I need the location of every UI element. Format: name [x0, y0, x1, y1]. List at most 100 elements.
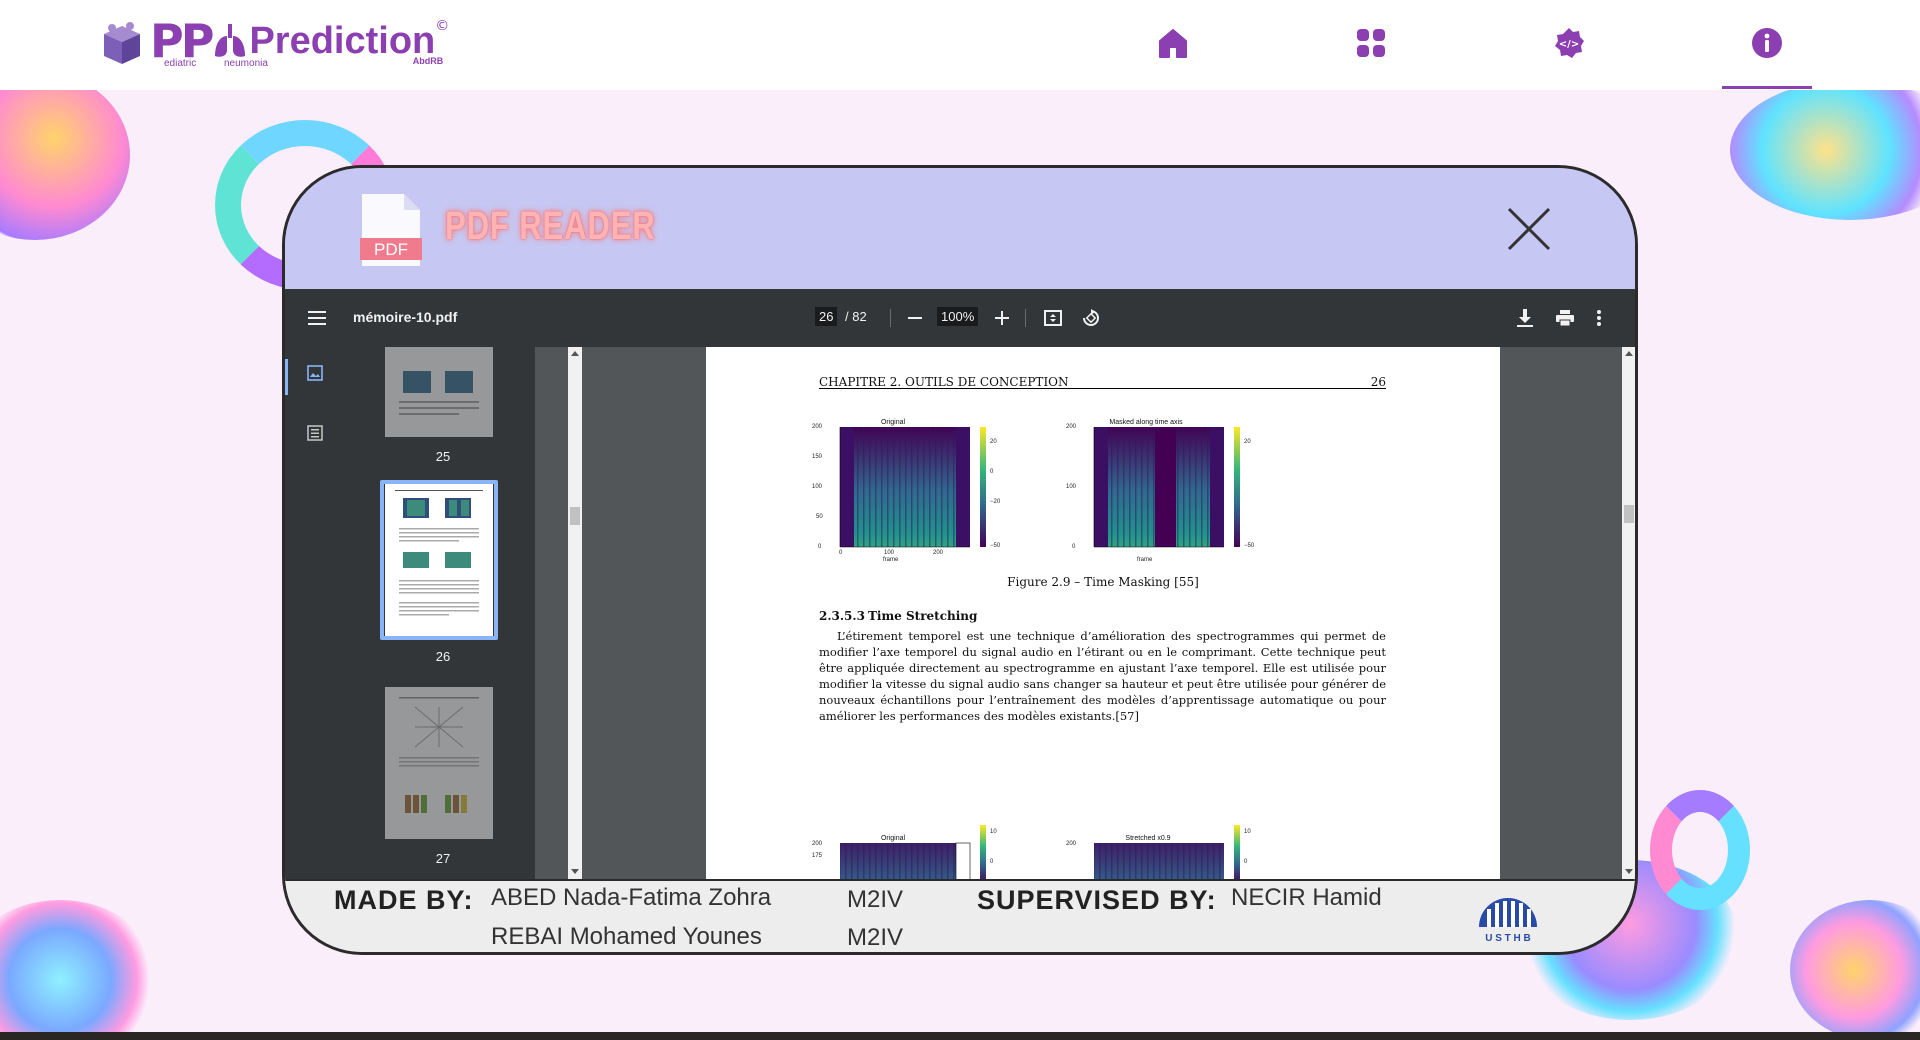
- y-tick: 175: [812, 853, 823, 859]
- app-logo[interactable]: PP Prediction © ediatric neumonia AbdRB: [100, 18, 449, 72]
- cbar-tick: −20: [990, 499, 1001, 505]
- nav-home-button[interactable]: [1156, 26, 1190, 60]
- modal-title: PDF READER: [445, 204, 656, 248]
- decor-blob-right: [1650, 790, 1750, 910]
- author-1-level: M2IV: [847, 886, 904, 913]
- pdf-file-icon: PDF: [360, 192, 422, 268]
- thumbnail-page-25[interactable]: [385, 347, 493, 437]
- more-vert-icon: [1597, 310, 1601, 326]
- menu-button[interactable]: [305, 306, 329, 330]
- nav-code-button[interactable]: </>: [1552, 26, 1586, 60]
- sidebar-rail: [285, 347, 351, 879]
- y-tick: 50: [816, 514, 823, 520]
- document-scrollbar[interactable]: [1622, 347, 1635, 879]
- file-name: mémoire-10.pdf: [353, 309, 458, 325]
- rotate-button[interactable]: [1079, 306, 1103, 330]
- zoom-in-button[interactable]: [990, 306, 1014, 330]
- zoom-out-button[interactable]: [903, 306, 927, 330]
- code-gear-icon: </>: [1555, 28, 1584, 58]
- info-icon: [1752, 28, 1782, 58]
- thumbnail-page-27[interactable]: [385, 687, 493, 839]
- made-by-label: MADE BY:: [334, 885, 474, 915]
- cbar-tick: 20: [990, 439, 997, 445]
- page-header-chapter: CHAPITRE 2. OUTILS DE CONCEPTION: [819, 375, 1069, 389]
- scroll-down-arrow-icon[interactable]: [1625, 869, 1633, 874]
- logo-word: Prediction: [249, 20, 436, 62]
- y-tick: 200: [812, 841, 823, 847]
- pdf-viewer: mémoire-10.pdf 26 / 82 100% 25 26 27 CHA…: [285, 289, 1635, 879]
- figure-caption: Figure 2.9 – Time Masking [55]: [1007, 575, 1199, 589]
- y-tick: 0: [818, 544, 822, 550]
- thumbnail-scrollbar[interactable]: [568, 347, 582, 879]
- lung-icon: [213, 24, 247, 60]
- plus-icon: [995, 311, 1009, 325]
- credits-footer: MADE BY: ABED Nada-Fatima Zohra REBAI Mo…: [285, 879, 1635, 952]
- x-tick: 200: [933, 550, 944, 556]
- cbar-tick: −50: [1244, 543, 1255, 549]
- author-1: ABED Nada-Fatima Zohra: [491, 884, 772, 911]
- zoom-input[interactable]: 100%: [937, 307, 979, 326]
- nav-active-indicator: [1722, 86, 1812, 89]
- thumbnail-page-26[interactable]: [385, 484, 493, 636]
- cbar-tick: 0: [990, 469, 994, 475]
- thumbnail-panel: 25 26 27: [351, 347, 535, 879]
- decor-blob-bottom-left: [0, 900, 160, 1040]
- minus-icon: [908, 317, 922, 319]
- toolbar-divider: [890, 309, 891, 327]
- cbar-tick: 0: [990, 859, 994, 865]
- scroll-up-arrow-icon[interactable]: [1625, 351, 1633, 356]
- figure-right-title: Masked along time axis: [1109, 419, 1183, 426]
- pdf-page: CHAPITRE 2. OUTILS DE CONCEPTION 26 Orig…: [706, 347, 1500, 879]
- close-icon: [1507, 207, 1551, 251]
- scroll-up-arrow-icon[interactable]: [571, 351, 579, 356]
- y-tick: 100: [812, 484, 823, 490]
- supervised-by-label: SUPERVISED BY:: [977, 885, 1217, 915]
- thumbnail-label: 27: [435, 851, 451, 866]
- x-axis-label: frame: [883, 557, 899, 563]
- university-logo: U S T H B: [1475, 887, 1541, 949]
- pdf-reader-modal: PDF PDF READER mémoire-10.pdf 26 / 82 10…: [282, 165, 1638, 955]
- outline-tab[interactable]: [307, 425, 327, 445]
- home-icon: [1159, 29, 1187, 58]
- modal-header: PDF PDF READER: [285, 168, 1635, 289]
- bottom-edge-bar: [0, 1032, 1920, 1040]
- page-number-input[interactable]: 26: [815, 307, 838, 326]
- cbar-tick: 10: [1244, 829, 1251, 835]
- outline-icon: [307, 425, 323, 441]
- page-header-number: 26: [1370, 375, 1386, 389]
- fit-page-button[interactable]: [1041, 306, 1065, 330]
- rail-active-indicator: [285, 359, 288, 395]
- cbar-tick: 0: [1244, 859, 1248, 865]
- decor-blob-top-left: [0, 70, 130, 240]
- y-tick: 100: [1066, 484, 1077, 490]
- download-icon: [1517, 309, 1533, 327]
- cbar-tick: 20: [1244, 439, 1251, 445]
- cbar-tick: −50: [990, 543, 1001, 549]
- section-paragraph: L’étirement temporel est une technique d…: [819, 629, 1386, 723]
- more-options-button[interactable]: [1587, 306, 1611, 330]
- pdf-badge-text: PDF: [374, 240, 408, 259]
- scrollbar-thumb[interactable]: [1624, 505, 1634, 523]
- scroll-down-arrow-icon[interactable]: [571, 869, 579, 874]
- nav-grid-button[interactable]: [1354, 26, 1388, 60]
- scrollbar-thumb[interactable]: [570, 507, 580, 525]
- logo-author-mark: AbdRB: [412, 56, 444, 66]
- print-button[interactable]: [1553, 306, 1577, 330]
- fit-page-icon: [1044, 310, 1062, 326]
- toolbar-divider: [1025, 309, 1026, 327]
- close-button[interactable]: [1505, 205, 1553, 253]
- nav-info-button[interactable]: [1750, 26, 1784, 60]
- y-tick: 200: [1066, 841, 1077, 847]
- thumbnails-tab[interactable]: [307, 365, 327, 385]
- hamburger-icon: [308, 311, 326, 325]
- logo-sub-left: ediatric: [164, 58, 197, 69]
- author-2-level: M2IV: [847, 924, 904, 951]
- cube-logo-icon: [100, 18, 148, 68]
- section-title: Time Stretching: [868, 609, 978, 623]
- rotate-icon: [1083, 309, 1099, 326]
- logo-copyright: ©: [435, 18, 450, 34]
- university-name: U S T H B: [1485, 933, 1531, 944]
- download-button[interactable]: [1513, 306, 1537, 330]
- author-2: REBAI Mohamed Younes: [491, 923, 762, 950]
- x-tick: 100: [884, 550, 895, 556]
